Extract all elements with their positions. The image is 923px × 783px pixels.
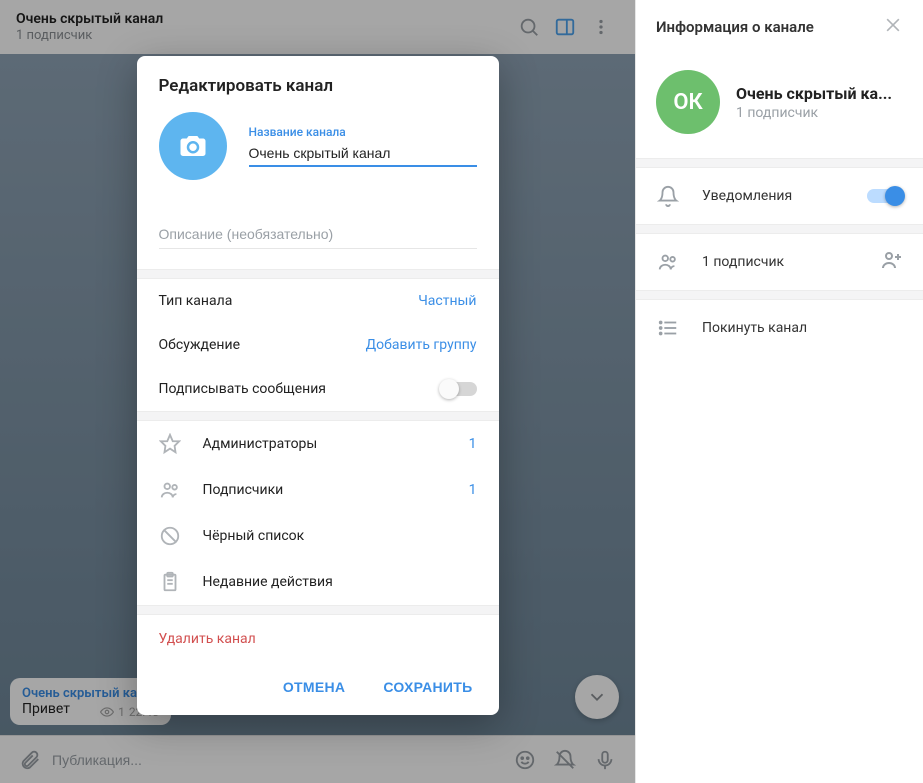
dialog-separator — [137, 269, 499, 279]
star-icon — [159, 433, 181, 455]
dialog-title: Редактировать канал — [137, 56, 499, 112]
notifications-label: Уведомления — [702, 188, 845, 204]
leave-channel-row[interactable]: Покинуть канал — [636, 300, 923, 356]
edit-channel-dialog: Редактировать канал Название канала Тип … — [137, 56, 499, 715]
camera-icon — [178, 131, 208, 161]
discussion-value: Добавить группу — [366, 337, 477, 353]
sign-messages-row[interactable]: Подписывать сообщения — [137, 367, 499, 411]
cancel-button[interactable]: ОТМЕНА — [267, 669, 361, 705]
notifications-row[interactable]: Уведомления — [636, 168, 923, 224]
bell-icon — [656, 185, 680, 207]
add-subscriber-icon[interactable] — [879, 248, 903, 276]
recent-actions-label: Недавние действия — [203, 574, 477, 590]
channel-name-input[interactable] — [249, 139, 477, 167]
sidebar-separator — [636, 290, 923, 300]
avatar: ОК — [656, 70, 720, 134]
admins-count: 1 — [469, 436, 477, 452]
people-icon — [656, 251, 680, 273]
leave-channel-label: Покинуть канал — [702, 320, 903, 336]
admins-label: Администраторы — [203, 436, 447, 452]
channel-type-row[interactable]: Тип канала Частный — [137, 279, 499, 323]
subscribers-label: Подписчики — [203, 482, 447, 498]
sign-messages-toggle[interactable] — [441, 382, 477, 396]
dialog-separator — [137, 411, 499, 421]
channel-description-input[interactable] — [159, 220, 477, 249]
recent-actions-row[interactable]: Недавние действия — [137, 559, 499, 605]
blacklist-label: Чёрный список — [203, 528, 477, 544]
subscribers-count: 1 — [469, 482, 477, 498]
subscribers-row[interactable]: Подписчики 1 — [137, 467, 499, 513]
sign-messages-label: Подписывать сообщения — [159, 381, 326, 397]
discussion-row[interactable]: Обсуждение Добавить группу — [137, 323, 499, 367]
admins-row[interactable]: Администраторы 1 — [137, 421, 499, 467]
sidebar-subscribers-count: 1 подписчик — [702, 254, 857, 270]
sidebar-header: Информация о канале — [636, 0, 923, 54]
channel-type-label: Тип канала — [159, 293, 233, 309]
save-button[interactable]: СОХРАНИТЬ — [367, 669, 488, 705]
channel-type-value: Частный — [418, 293, 476, 309]
modal-overlay[interactable]: Редактировать канал Название канала Тип … — [0, 0, 635, 783]
notifications-toggle[interactable] — [867, 189, 903, 203]
sidebar-channel-name: Очень скрытый ка... — [736, 84, 892, 103]
sidebar-profile[interactable]: ОК Очень скрытый ка... 1 подписчик — [636, 54, 923, 158]
discussion-label: Обсуждение — [159, 337, 241, 353]
channel-photo-button[interactable] — [159, 112, 227, 180]
ban-icon — [159, 525, 181, 547]
blacklist-row[interactable]: Чёрный список — [137, 513, 499, 559]
sidebar-separator — [636, 158, 923, 168]
sidebar-separator — [636, 224, 923, 234]
dialog-separator — [137, 605, 499, 615]
sidebar-subscribers-row[interactable]: 1 подписчик — [636, 234, 923, 290]
list-icon — [656, 317, 680, 339]
delete-channel-button[interactable]: Удалить канал — [137, 615, 499, 663]
sidebar-title: Информация о канале — [656, 18, 883, 36]
people-icon — [159, 479, 181, 501]
clipboard-icon — [159, 571, 181, 593]
channel-name-label: Название канала — [249, 125, 477, 139]
close-icon[interactable] — [883, 15, 903, 39]
sidebar-subscribers: 1 подписчик — [736, 105, 892, 121]
